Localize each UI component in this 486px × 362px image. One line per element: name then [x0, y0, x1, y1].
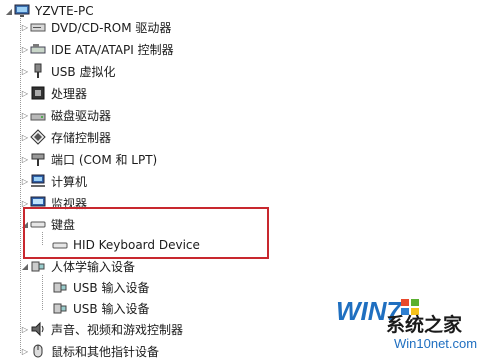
highlight-box — [23, 207, 269, 259]
expand-arrow-icon[interactable]: ▷ — [20, 318, 30, 340]
disk-drive-icon — [30, 113, 46, 121]
tree-item-usb-virtual[interactable]: ▷ USB 虚拟化 — [20, 60, 115, 82]
tree-item-label: 存储控制器 — [51, 130, 112, 145]
tree-item-computer[interactable]: ▷ 计算机 — [20, 170, 87, 192]
watermark-url: Win10net.com — [394, 336, 478, 351]
speaker-icon — [31, 321, 44, 337]
expand-arrow-icon[interactable]: ▷ — [20, 104, 30, 126]
expand-arrow-icon[interactable]: ▷ — [20, 82, 30, 104]
processor-chip-icon — [31, 86, 45, 100]
expand-arrow-icon[interactable]: ▷ — [20, 60, 30, 82]
expand-arrow-icon[interactable]: ▷ — [20, 148, 30, 170]
expand-arrow-icon[interactable]: ▷ — [20, 16, 30, 38]
tree-item-storage-controller[interactable]: ▷ 存储控制器 — [20, 126, 111, 148]
ide-controller-icon — [30, 44, 46, 54]
tree-item-label: 处理器 — [51, 86, 88, 101]
tree-item-usb-input[interactable]: USB 输入设备 — [42, 297, 149, 319]
storage-controller-icon — [30, 129, 46, 145]
collapse-arrow-icon[interactable]: ◢ — [4, 0, 14, 22]
watermark: WIN7 系统之家 Win10net.com — [328, 294, 484, 356]
tree-item-label: 磁盘驱动器 — [51, 108, 112, 123]
port-icon — [31, 153, 45, 166]
tree-item-disk[interactable]: ▷ 磁盘驱动器 — [20, 104, 111, 126]
tree-item-usb-input[interactable]: USB 输入设备 — [42, 276, 149, 298]
expand-arrow-icon[interactable]: ▷ — [20, 38, 30, 60]
tree-item-label: DVD/CD-ROM 驱动器 — [51, 20, 172, 35]
hid-device-icon — [31, 261, 45, 272]
expand-arrow-icon[interactable]: ▷ — [20, 340, 30, 362]
tree-item-ide[interactable]: ▷ IDE ATA/ATAPI 控制器 — [20, 38, 174, 60]
tree-item-sound[interactable]: ▷ 声音、视频和游戏控制器 — [20, 318, 183, 340]
expand-arrow-icon[interactable]: ▷ — [20, 126, 30, 148]
tree-item-port[interactable]: ▷ 端口 (COM 和 LPT) — [20, 148, 157, 170]
mouse-icon — [33, 344, 43, 358]
watermark-site: 系统之家 — [386, 314, 463, 336]
expand-arrow-icon[interactable]: ▷ — [20, 170, 30, 192]
tree-item-mouse[interactable]: ▷ 鼠标和其他指针设备 — [20, 340, 159, 362]
hid-device-icon — [53, 303, 67, 314]
computer-icon — [31, 174, 45, 187]
hid-device-icon — [53, 282, 67, 293]
tree-item-label: 计算机 — [51, 174, 88, 189]
tree-item-label: USB 输入设备 — [73, 280, 150, 295]
tree-item-processor[interactable]: ▷ 处理器 — [20, 82, 87, 104]
usb-plug-icon — [34, 63, 42, 78]
dvd-drive-icon — [30, 23, 46, 32]
tree-item-label: 声音、视频和游戏控制器 — [51, 322, 184, 337]
leaf-spacer — [42, 297, 52, 319]
tree-item-label: 鼠标和其他指针设备 — [51, 344, 160, 359]
tree-item-label: USB 输入设备 — [73, 301, 150, 316]
tree-item-dvd[interactable]: ▷ DVD/CD-ROM 驱动器 — [20, 16, 172, 38]
tree-item-label: IDE ATA/ATAPI 控制器 — [51, 42, 174, 57]
tree-item-label: USB 虚拟化 — [51, 64, 116, 79]
leaf-spacer — [42, 276, 52, 298]
tree-item-label: 端口 (COM 和 LPT) — [51, 152, 158, 167]
tree-item-label: 人体学输入设备 — [51, 259, 136, 274]
